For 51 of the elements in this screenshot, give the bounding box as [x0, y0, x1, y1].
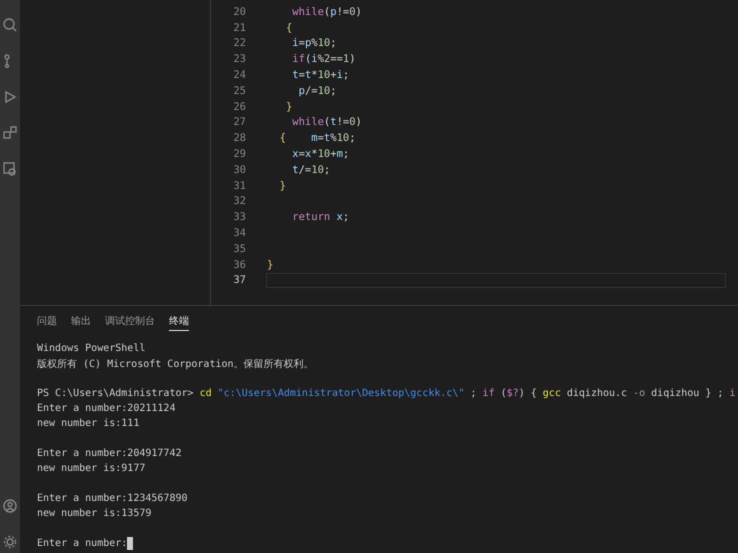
code-line: { m=t%10;	[278, 131, 357, 146]
search-icon[interactable]	[3, 18, 17, 32]
panel-tab[interactable]: 输出	[71, 314, 91, 331]
code-line: }	[266, 258, 274, 273]
line-number: 35	[232, 242, 246, 255]
settings-icon[interactable]	[3, 535, 17, 549]
panel-tab[interactable]: 终端	[169, 314, 189, 331]
code-line: while(t!=0)	[291, 115, 363, 130]
terminal-line: 版权所有 (C) Microsoft Corporation。保留所有权利。	[37, 358, 315, 371]
code-line: return x;	[291, 210, 350, 226]
line-number: 37	[232, 274, 246, 286]
account-icon[interactable]	[3, 499, 17, 513]
code-line: while(p!=0)	[291, 4, 363, 20]
line-number: 25	[232, 84, 246, 97]
line-number: 32	[232, 195, 246, 208]
terminal-line: PS C:\Users\Administrator> cd "c:\Users\Administrator\Desktop\gcckk.c\" ; if ($?) { gcc diqizhou.c -o diqizhou } ; i	[37, 387, 736, 401]
code-line: t=t*10+i;	[291, 68, 350, 83]
terminal-line: new number is:9177	[37, 462, 146, 476]
code-line: i=p%10;	[291, 36, 338, 52]
code-line: t/=10;	[291, 162, 332, 178]
terminal-line: new number is:13579	[37, 507, 152, 521]
code-line: }	[284, 100, 294, 115]
terminal-line: Enter a number:20211124	[37, 402, 176, 416]
line-number: 23	[232, 53, 246, 66]
terminal-line: Enter a number:	[37, 536, 738, 551]
panel-tab[interactable]: 调试控制台	[105, 314, 155, 331]
line-number: 21	[232, 22, 246, 34]
line-number: 28	[232, 132, 246, 144]
line-number: 26	[232, 100, 246, 113]
line-number: 34	[232, 227, 246, 240]
code-line: if(i%2==1)	[291, 52, 357, 68]
extensions-icon[interactable]	[3, 126, 17, 140]
line-number: 27	[232, 116, 246, 128]
line-number: 30	[232, 164, 246, 176]
code-line: x=x*10+m;	[291, 147, 350, 162]
line-number: 31	[232, 180, 246, 192]
line-number: 36	[232, 258, 246, 271]
terminal-line: Enter a number:204917742	[37, 447, 182, 461]
code-line: p/=10;	[298, 84, 338, 99]
panel-tab[interactable]: 问题	[37, 314, 57, 331]
line-number: 20	[232, 6, 246, 18]
line-number: 29	[232, 148, 246, 160]
remote-icon[interactable]	[3, 162, 17, 176]
terminal-line: new number is:111	[37, 417, 140, 431]
code-line: {	[284, 20, 294, 36]
terminal-line: Enter a number:1234567890	[37, 492, 189, 506]
terminal-line: Windows PowerShell	[37, 342, 146, 356]
line-number: 22	[232, 37, 246, 50]
line-number: 24	[232, 69, 246, 82]
line-number: 33	[232, 211, 246, 224]
code-line: }	[278, 178, 287, 194]
